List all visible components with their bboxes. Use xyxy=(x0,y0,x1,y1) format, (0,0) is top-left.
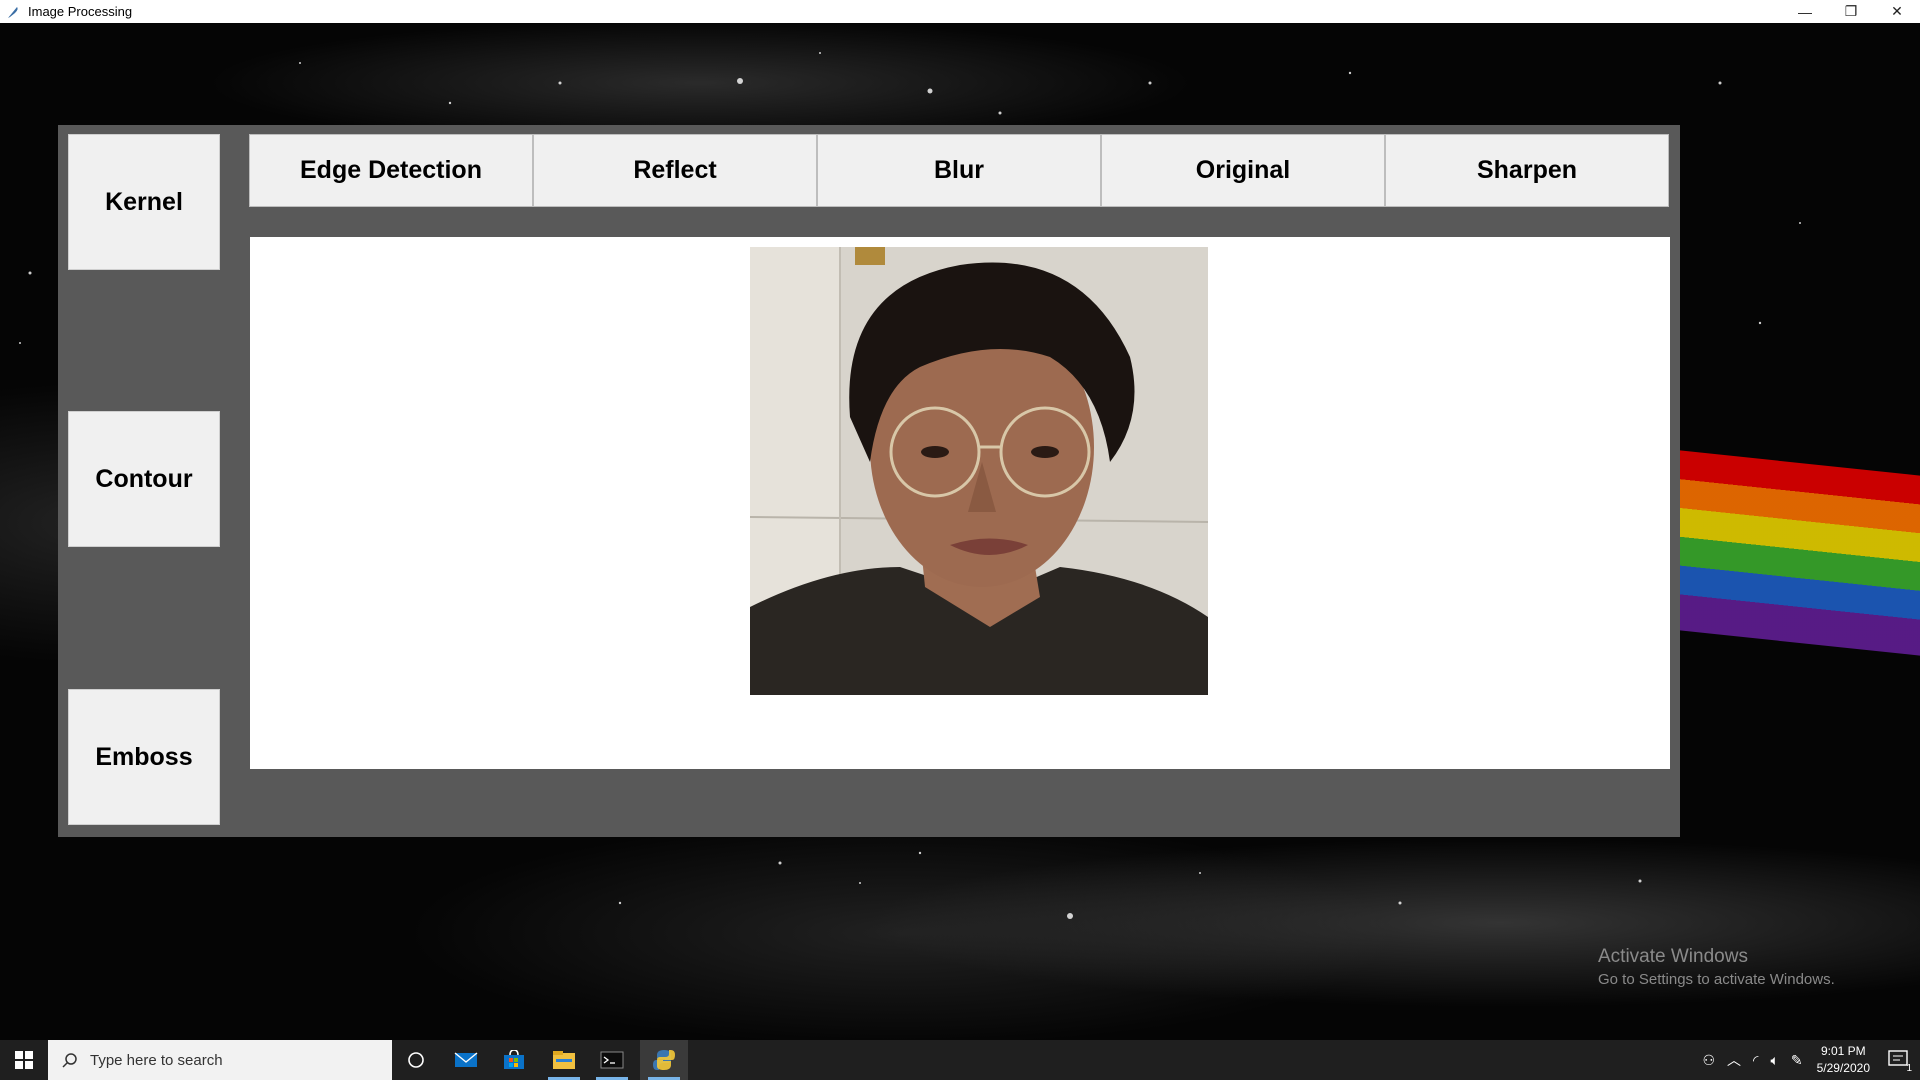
minimize-button[interactable]: — xyxy=(1782,0,1828,23)
notification-count: 1 xyxy=(1906,1062,1912,1074)
chevron-up-icon[interactable]: ︿ xyxy=(1727,1050,1741,1070)
file-explorer-icon[interactable] xyxy=(540,1040,588,1080)
window-controls: — ❐ ✕ xyxy=(1782,0,1920,23)
image-canvas xyxy=(250,237,1670,769)
activate-subtitle: Go to Settings to activate Windows. xyxy=(1598,971,1835,988)
feather-icon xyxy=(8,6,18,18)
portrait-image xyxy=(750,247,1208,695)
edge-detection-button[interactable]: Edge Detection xyxy=(249,134,533,207)
activate-windows-watermark: Activate Windows Go to Settings to activ… xyxy=(1598,946,1835,988)
search-icon xyxy=(62,1053,77,1068)
clock-date: 5/29/2020 xyxy=(1816,1061,1870,1075)
python-icon[interactable] xyxy=(640,1040,688,1080)
window-title: Image Processing xyxy=(28,4,133,19)
activate-title: Activate Windows xyxy=(1598,946,1748,967)
pen-icon[interactable]: ✎ xyxy=(1791,1052,1803,1069)
blur-button[interactable]: Blur xyxy=(817,134,1101,207)
cortana-icon[interactable] xyxy=(392,1040,440,1080)
title-bar[interactable]: Image Processing — ❐ ✕ xyxy=(0,0,1920,23)
app-panel: Kernel Contour Emboss Edge Detection Ref… xyxy=(58,125,1680,837)
reflect-button[interactable]: Reflect xyxy=(533,134,817,207)
terminal-icon[interactable] xyxy=(588,1040,636,1080)
action-center-icon xyxy=(1888,1049,1908,1066)
filter-toolbar: Edge Detection Reflect Blur Original Sha… xyxy=(249,134,1669,207)
volume-icon[interactable]: 🔈︎ xyxy=(1770,1052,1778,1069)
clock[interactable]: 9:01 PM 5/29/2020 xyxy=(1817,1043,1870,1077)
people-icon[interactable]: ⚇ xyxy=(1702,1052,1715,1069)
system-tray: ⚇ ︿ ◜ 🔈︎ ✎ 9:01 PM 5/29/2020 1 xyxy=(1696,1040,1920,1080)
restore-button[interactable]: ❐ xyxy=(1828,0,1874,23)
store-icon[interactable] xyxy=(490,1040,538,1080)
search-placeholder: Type here to search xyxy=(90,1051,223,1069)
original-button[interactable]: Original xyxy=(1101,134,1385,207)
kernel-button[interactable]: Kernel xyxy=(68,134,220,270)
sharpen-button[interactable]: Sharpen xyxy=(1385,134,1669,207)
taskbar: Type here to search ⚇ ︿ ◜ 🔈︎ ✎ 9:01 PM 5… xyxy=(0,1040,1920,1080)
notification-icon[interactable]: 1 xyxy=(1888,1049,1912,1074)
wifi-icon[interactable]: ◜ xyxy=(1753,1052,1758,1069)
rainbow-stripes xyxy=(1680,450,1920,656)
clock-time: 9:01 PM xyxy=(1820,1044,1866,1058)
start-icon[interactable] xyxy=(0,1040,48,1080)
contour-button[interactable]: Contour xyxy=(68,411,220,547)
emboss-button[interactable]: Emboss xyxy=(68,689,220,825)
portrait-photo xyxy=(750,247,1208,695)
close-button[interactable]: ✕ xyxy=(1874,0,1920,23)
mail-icon[interactable] xyxy=(442,1040,490,1080)
taskbar-search[interactable]: Type here to search xyxy=(48,1040,392,1080)
